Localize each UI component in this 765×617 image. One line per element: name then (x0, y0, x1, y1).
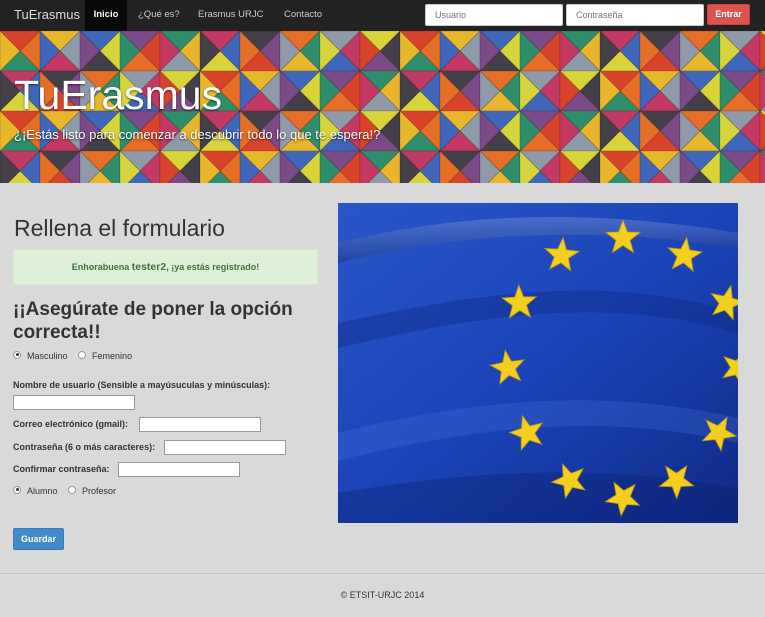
navbar-brand[interactable]: TuErasmus (14, 7, 80, 22)
email-label: Correo electrónico (gmail): (13, 419, 129, 429)
role-radio-group: Alumno Profesor (13, 485, 124, 497)
username-label: Nombre de usuario (Sensible a mayúsucula… (13, 380, 271, 390)
alert-prefix: Enhorabuena (71, 262, 132, 272)
password-field[interactable] (164, 440, 286, 455)
alert-suffix: , ¡ya estás registrado! (166, 262, 260, 272)
confirm-password-field[interactable] (118, 462, 240, 477)
login-password-input[interactable] (566, 4, 704, 26)
email-field[interactable] (139, 417, 261, 432)
radio-alumno[interactable] (13, 485, 21, 494)
footer: © ETSIT-URJC 2014 (0, 573, 765, 617)
hero-subtitle: ¿¡Estás listo para comenzar a descubrir … (14, 127, 381, 142)
radio-femenino-label[interactable]: Femenino (92, 351, 132, 361)
footer-copyright: © ETSIT-URJC 2014 (340, 590, 425, 600)
login-username-input[interactable] (425, 4, 563, 26)
form-warning: ¡¡Asegúrate de poner la opción correcta!… (13, 299, 293, 343)
alert-username: tester2 (131, 261, 167, 273)
login-submit-button[interactable]: Entrar (707, 4, 750, 25)
radio-profesor-label[interactable]: Profesor (82, 486, 116, 496)
success-alert: Enhorabuena tester2, ¡ya estás registrad… (13, 249, 318, 285)
username-field[interactable] (13, 395, 135, 410)
radio-masculino-label[interactable]: Masculino (27, 351, 68, 361)
save-button[interactable]: Guardar (13, 528, 64, 550)
nav-item-contacto[interactable]: Contacto (284, 0, 322, 31)
radio-femenino[interactable] (78, 350, 87, 359)
password-label: Contraseña (6 o más caracteres): (13, 442, 156, 452)
hero-title: TuErasmus (14, 72, 223, 118)
hero-banner: TuErasmus ¿¡Estás listo para comenzar a … (0, 31, 765, 183)
nav-item-erasmus-urjc[interactable]: Erasmus URJC (198, 0, 263, 31)
nav-item-inicio[interactable]: Inicio (85, 0, 127, 31)
radio-masculino[interactable] (13, 350, 21, 359)
eu-flag-image (338, 203, 738, 523)
form-title: Rellena el formulario (14, 215, 225, 241)
nav-item-que-es[interactable]: ¿Qué es? (138, 0, 180, 31)
gender-radio-group: Masculino Femenino (13, 350, 140, 362)
radio-alumno-label[interactable]: Alumno (27, 486, 58, 496)
navbar: TuErasmus Inicio ¿Qué es? Erasmus URJC C… (0, 0, 765, 31)
radio-profesor[interactable] (68, 485, 77, 494)
confirm-password-label: Confirmar contraseña: (13, 464, 110, 474)
